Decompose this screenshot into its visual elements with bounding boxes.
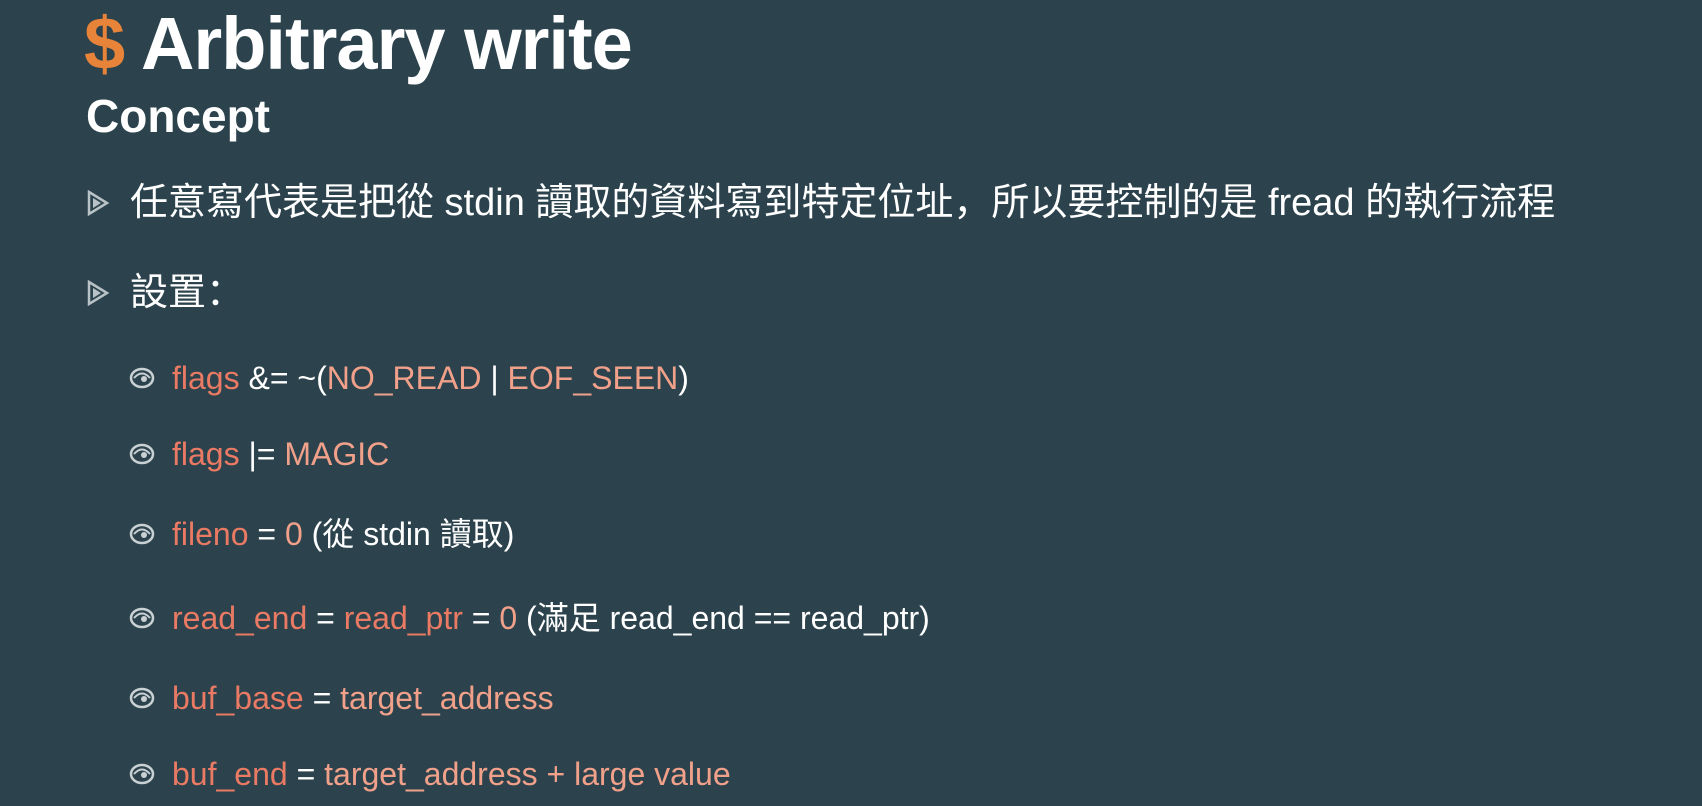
title-text: Arbitrary write: [124, 2, 633, 85]
code-token: flags: [172, 360, 240, 396]
code-token: MAGIC: [284, 436, 390, 472]
code-token: buf_base: [172, 680, 304, 716]
code-token: read_end: [172, 600, 308, 636]
bullet-text: 設置：: [130, 272, 245, 314]
code-token: 0: [499, 600, 518, 636]
code-token: target_address: [340, 680, 554, 716]
bullet-text: 任意寫代表是把從 stdin 讀取的資料寫到特定位址，所以要控制的是 fread…: [130, 182, 1556, 224]
code-token: |: [481, 360, 508, 396]
slide-subtitle: Concept: [86, 90, 270, 142]
code-token: (滿足 read_end == read_ptr): [517, 600, 930, 636]
swirl-icon: [129, 607, 155, 629]
swirl-icon: [129, 367, 155, 389]
setup-item-flags-clear: flags &= ~(NO_READ | EOF_SEEN): [128, 358, 689, 398]
code-token: =: [303, 680, 341, 716]
triangle-arrow-icon: [87, 280, 110, 306]
setup-item-fileno: fileno = 0 (從 stdin 讀取): [128, 514, 514, 554]
setup-item-buf-end: buf_end = target_address + large value: [128, 754, 731, 794]
setup-item-read-pointers: read_end = read_ptr = 0 (滿足 read_end == …: [128, 598, 930, 638]
code-token: (從 stdin 讀取): [302, 516, 515, 552]
slide-title: $ Arbitrary write: [84, 0, 633, 88]
swirl-icon: [129, 763, 155, 785]
code-token: &= ~(: [239, 360, 327, 396]
code-token: flags: [172, 436, 240, 472]
code-token: =: [462, 600, 500, 636]
bullet-setup: 設置：: [86, 270, 244, 316]
triangle-arrow-icon: [87, 190, 110, 216]
code-token: fileno: [172, 516, 249, 552]
swirl-icon: [129, 523, 155, 545]
code-token: EOF_SEEN: [507, 360, 679, 396]
swirl-icon: [129, 443, 155, 465]
code-token: =: [307, 600, 344, 636]
bullet-concept: 任意寫代表是把從 stdin 讀取的資料寫到特定位址，所以要控制的是 fread…: [86, 180, 1555, 226]
code-token: 0: [284, 516, 303, 552]
code-token: read_ptr: [343, 600, 463, 636]
dollar-sign: $: [84, 2, 125, 85]
setup-item-flags-set: flags |= MAGIC: [128, 434, 389, 474]
code-token: |=: [239, 436, 285, 472]
swirl-icon: [129, 687, 155, 709]
code-token: =: [287, 756, 325, 792]
code-token: buf_end: [172, 756, 288, 792]
setup-item-buf-base: buf_base = target_address: [128, 678, 554, 718]
code-token: target_address + large value: [324, 756, 731, 792]
code-token: ): [678, 360, 689, 396]
code-token: NO_READ: [326, 360, 482, 396]
code-token: =: [248, 516, 285, 552]
